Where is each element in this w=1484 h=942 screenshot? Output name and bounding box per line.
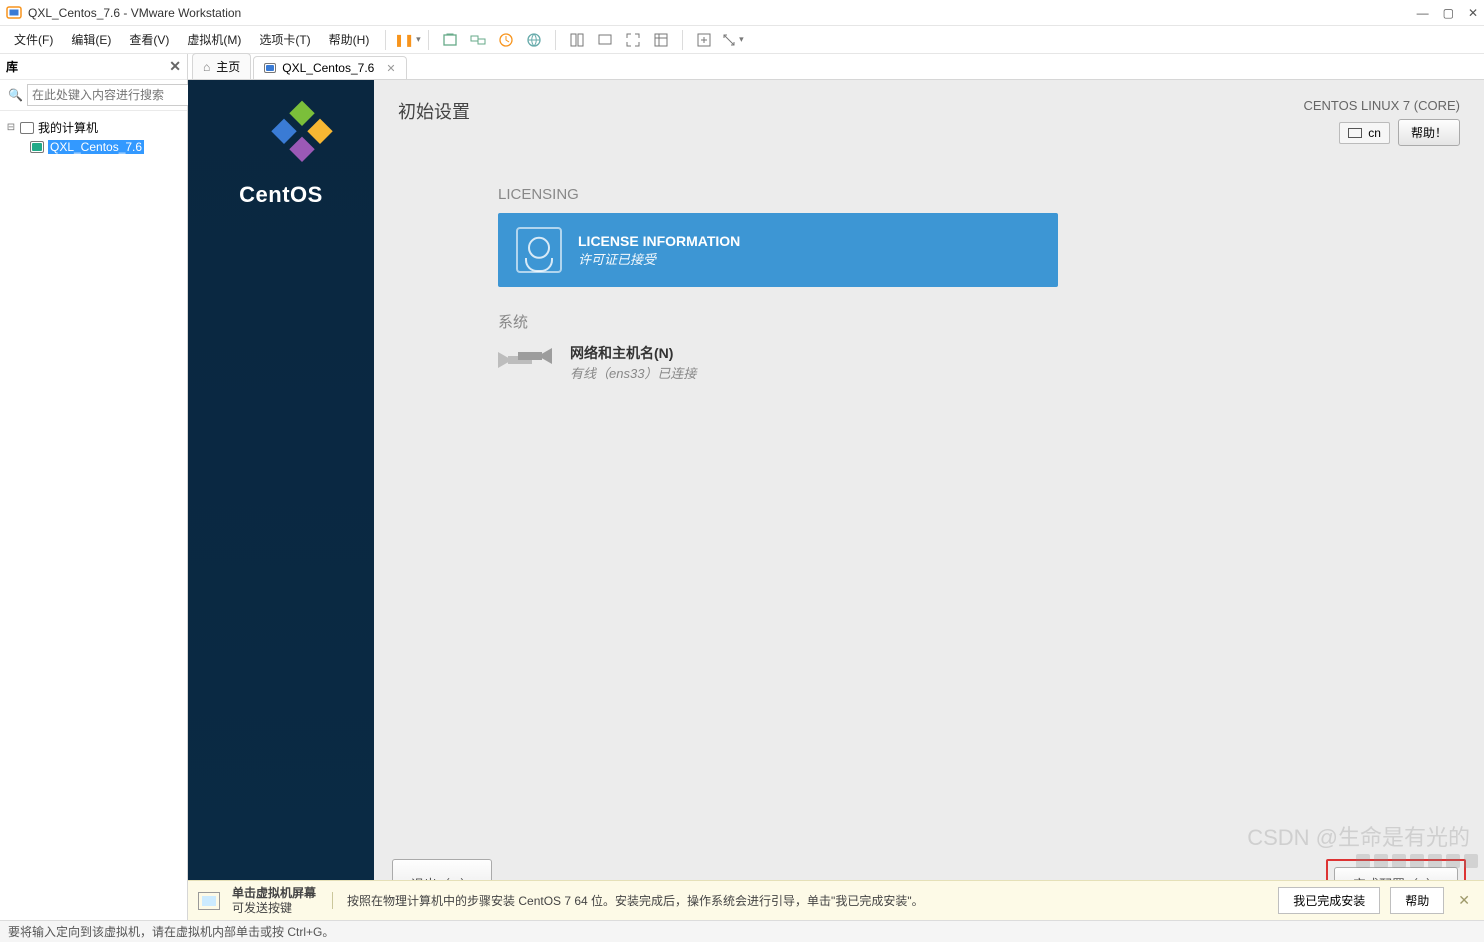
minimize-button[interactable]: ― (1417, 6, 1429, 20)
search-input[interactable] (27, 84, 192, 106)
menu-tabs[interactable]: 选项卡(T) (251, 27, 318, 52)
menubar: 文件(F) 编辑(E) 查看(V) 虚拟机(M) 选项卡(T) 帮助(H) ❚❚ (0, 26, 1484, 54)
vm-screen[interactable]: CentOS 初始设置 CENTOS LINUX 7 (CORE) cn (188, 80, 1484, 920)
licensing-section-title: LICENSING (498, 186, 1058, 203)
view-unity-icon[interactable] (648, 29, 674, 51)
sidebar-title: 库 (6, 58, 18, 75)
tree-root[interactable]: ⊟ 我的计算机 (6, 117, 181, 138)
menu-edit[interactable]: 编辑(E) (63, 27, 119, 52)
tab-vm-label: QXL_Centos_7.6 (282, 61, 374, 75)
library-tree: ⊟ 我的计算机 QXL_Centos_7.6 (0, 111, 187, 162)
centos-side-panel: CentOS (188, 80, 374, 920)
tab-close-icon[interactable]: ✕ (386, 62, 395, 75)
tool-snapshot-manager-icon[interactable] (465, 29, 491, 51)
view-cycle-icon[interactable] (719, 29, 745, 51)
screen-hint-icon (198, 892, 220, 910)
hint-line2: 可发送按键 (232, 901, 316, 916)
window-title: QXL_Centos_7.6 - VMware Workstation (28, 6, 241, 20)
keyboard-icon (1348, 128, 1362, 138)
vm-tab-icon (264, 63, 276, 73)
library-sidebar: 库 ✕ 🔍 ▾ ⊟ 我的计算机 QXL_Centos_7.6 (0, 54, 188, 920)
pause-button[interactable]: ❚❚ (394, 29, 420, 51)
view-console-icon[interactable] (592, 29, 618, 51)
view-single-icon[interactable] (564, 29, 590, 51)
os-name: CENTOS LINUX 7 (CORE) (1303, 98, 1460, 113)
tree-root-label: 我的计算机 (38, 119, 98, 136)
install-done-button[interactable]: 我已完成安装 (1278, 887, 1380, 914)
menu-vm[interactable]: 虚拟机(M) (179, 27, 249, 52)
window-controls: ― ▢ ✕ (1417, 6, 1478, 20)
status-bar: 要将输入定向到该虚拟机，请在虚拟机内部单击或按 Ctrl+G。 (0, 920, 1484, 942)
license-icon (516, 227, 562, 273)
main-area: ⌂ 主页 QXL_Centos_7.6 ✕ CentOS 初始设置 (188, 54, 1484, 920)
network-card[interactable]: 网络和主机名(N) 有线（ens33）已连接 (498, 342, 1058, 382)
vm-tray-icons (1356, 854, 1478, 868)
titlebar: QXL_Centos_7.6 - VMware Workstation ― ▢ … (0, 0, 1484, 26)
menu-view[interactable]: 查看(V) (121, 27, 177, 52)
initial-setup-heading: 初始设置 (398, 98, 470, 124)
sidebar-header: 库 ✕ (0, 54, 187, 80)
maximize-button[interactable]: ▢ (1443, 6, 1454, 20)
network-icon (498, 342, 552, 382)
tab-home[interactable]: ⌂ 主页 (192, 53, 251, 79)
tool-clock-icon[interactable] (493, 29, 519, 51)
menu-help[interactable]: 帮助(H) (321, 27, 378, 52)
vm-icon (30, 141, 44, 153)
close-button[interactable]: ✕ (1468, 6, 1478, 20)
computer-icon (20, 122, 34, 134)
install-hint-bar: 单击虚拟机屏幕 可发送按键 按照在物理计算机中的步骤安装 CentOS 7 64… (188, 880, 1484, 920)
tab-home-label: 主页 (216, 58, 240, 75)
license-subtitle: 许可证已接受 (578, 249, 740, 268)
tool-globe-icon[interactable] (521, 29, 547, 51)
tool-snapshot-icon[interactable] (437, 29, 463, 51)
tree-item-vm[interactable]: QXL_Centos_7.6 (6, 138, 181, 156)
hint-line1: 单击虚拟机屏幕 (232, 886, 316, 901)
network-title: 网络和主机名(N) (570, 343, 696, 363)
hint-close-icon[interactable]: ✕ (1454, 892, 1474, 909)
app-body: 库 ✕ 🔍 ▾ ⊟ 我的计算机 QXL_Centos_7.6 ⌂ (0, 54, 1484, 920)
view-fullscreen-icon[interactable] (620, 29, 646, 51)
keyboard-layout: cn (1368, 126, 1381, 140)
status-text: 要将输入定向到该虚拟机，请在虚拟机内部单击或按 Ctrl+G。 (8, 923, 334, 940)
help-button[interactable]: 帮助！ (1398, 119, 1460, 146)
tree-item-label: QXL_Centos_7.6 (48, 140, 144, 154)
network-subtitle: 有线（ens33）已连接 (570, 363, 696, 382)
search-icon: 🔍 (8, 88, 23, 102)
keyboard-indicator[interactable]: cn (1339, 122, 1390, 144)
system-section-title: 系统 (498, 311, 1058, 332)
centos-logo-icon (251, 110, 311, 170)
menu-file[interactable]: 文件(F) (6, 27, 61, 52)
watermark: CSDN @生命是有光的 (1247, 820, 1470, 852)
hint-help-button[interactable]: 帮助 (1390, 887, 1444, 914)
hint-description: 按照在物理计算机中的步骤安装 CentOS 7 64 位。安装完成后，操作系统会… (332, 892, 924, 909)
license-card[interactable]: LICENSE INFORMATION 许可证已接受 (498, 213, 1058, 287)
view-stretch-icon[interactable] (691, 29, 717, 51)
centos-wordmark: CentOS (239, 182, 323, 208)
initial-setup-panel: 初始设置 CENTOS LINUX 7 (CORE) cn 帮助！ (374, 80, 1484, 920)
tab-vm[interactable]: QXL_Centos_7.6 ✕ (253, 56, 406, 79)
tab-strip: ⌂ 主页 QXL_Centos_7.6 ✕ (188, 54, 1484, 80)
sidebar-close-icon[interactable]: ✕ (169, 58, 181, 75)
sidebar-search: 🔍 ▾ (0, 80, 187, 111)
license-title: LICENSE INFORMATION (578, 233, 740, 249)
app-icon (6, 5, 22, 21)
home-icon: ⌂ (203, 60, 210, 74)
